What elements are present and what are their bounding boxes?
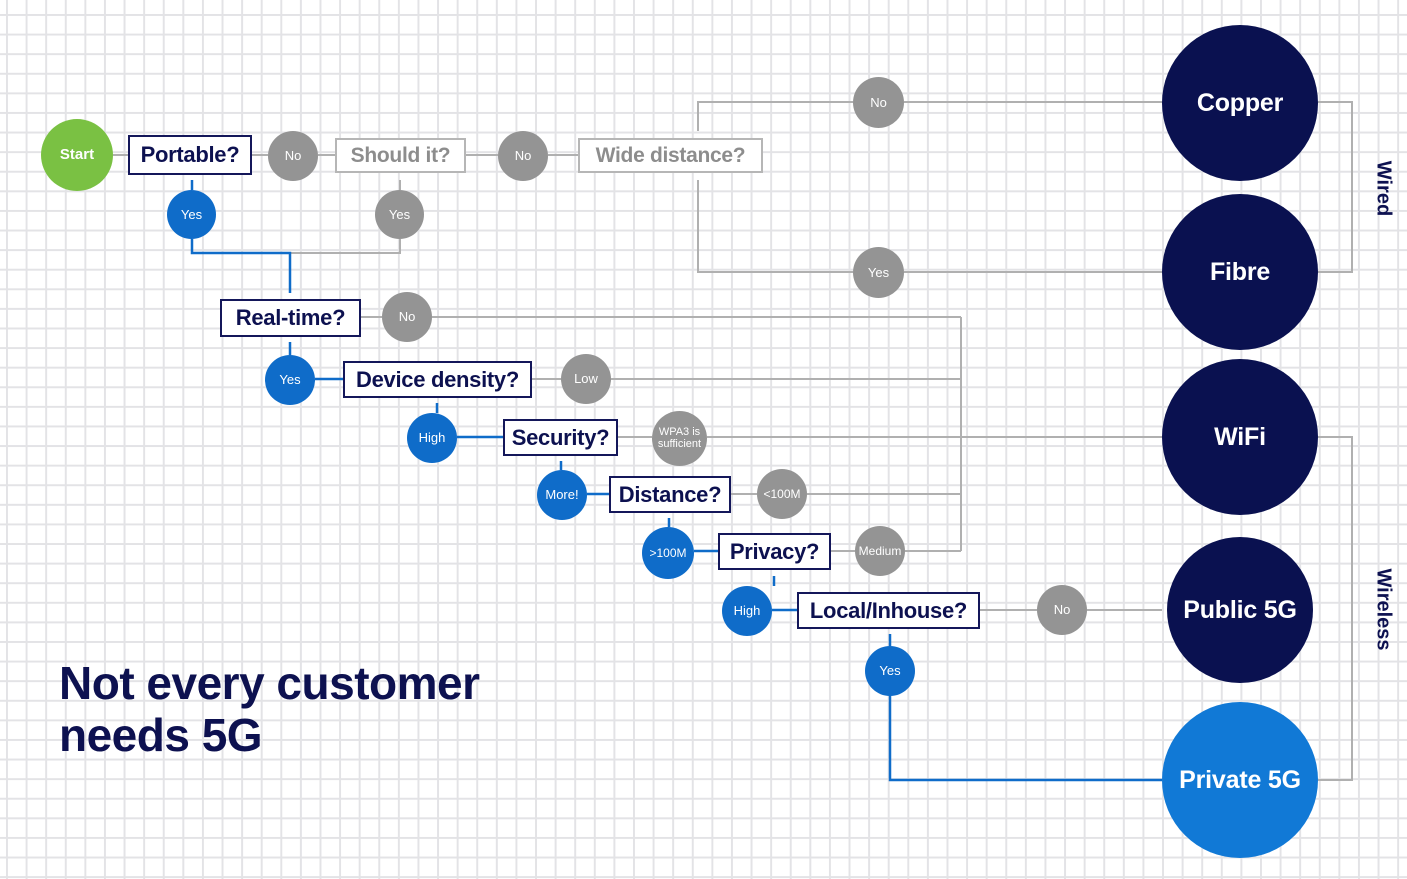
decision-security-label: Security? — [511, 424, 610, 450]
answer-privacy-high-label: High — [733, 603, 761, 619]
outcome-private-5g-label: Private 5G — [1179, 765, 1301, 794]
answer-density-high[interactable]: High — [407, 413, 457, 463]
decision-portable[interactable]: Portable? — [128, 135, 252, 175]
outcome-private-5g[interactable]: Private 5G — [1162, 702, 1318, 858]
outcome-wifi[interactable]: WiFi — [1162, 359, 1318, 515]
group-label-wireless-text: Wireless — [1372, 568, 1395, 651]
answer-distance-lt100m[interactable]: <100M — [757, 469, 807, 519]
answer-wide-no[interactable]: No — [853, 77, 904, 128]
answer-portable-yes-label: Yes — [180, 206, 203, 222]
answer-realtime-no-label: No — [398, 309, 416, 325]
answer-density-high-label: High — [418, 430, 446, 446]
outcome-wifi-label: WiFi — [1214, 422, 1266, 451]
decision-local-inhouse[interactable]: Local/Inhouse? — [797, 592, 980, 629]
start-label: Start — [59, 146, 95, 164]
decision-privacy[interactable]: Privacy? — [718, 533, 831, 570]
answer-distance-gt100m-label: >100M — [649, 545, 687, 560]
group-label-wired-text: Wired — [1372, 160, 1395, 217]
decision-wide-distance-label: Wide distance? — [595, 143, 746, 167]
decision-wide-distance[interactable]: Wide distance? — [578, 138, 763, 173]
diagram-canvas: Start Portable? Should it? Wide distance… — [0, 0, 1407, 879]
answer-wide-no-label: No — [870, 94, 887, 110]
decision-security[interactable]: Security? — [503, 419, 618, 456]
answer-realtime-no[interactable]: No — [382, 292, 432, 342]
outcome-copper-label: Copper — [1196, 88, 1284, 117]
answer-wide-yes[interactable]: Yes — [853, 247, 904, 298]
answer-portable-no[interactable]: No — [268, 131, 318, 181]
answer-local-no[interactable]: No — [1037, 585, 1087, 635]
answer-security-more[interactable]: More! — [537, 470, 587, 520]
decision-device-density-label: Device density? — [355, 366, 519, 392]
decision-device-density[interactable]: Device density? — [343, 361, 532, 398]
answer-should-yes[interactable]: Yes — [375, 190, 424, 239]
answer-should-yes-label: Yes — [388, 206, 411, 222]
decision-distance[interactable]: Distance? — [609, 476, 731, 513]
answer-privacy-medium[interactable]: Medium — [855, 526, 905, 576]
decision-realtime-label: Real-time? — [235, 305, 346, 330]
answer-local-no-label: No — [1053, 602, 1071, 618]
decision-should-it-label: Should it? — [350, 143, 451, 167]
answer-portable-yes[interactable]: Yes — [167, 190, 216, 239]
answer-portable-no-label: No — [284, 148, 302, 164]
outcome-copper[interactable]: Copper — [1162, 25, 1318, 181]
answer-distance-lt100m-label: <100M — [763, 486, 801, 501]
answer-should-no-label: No — [514, 148, 532, 164]
decision-privacy-label: Privacy? — [729, 538, 820, 564]
decision-should-it[interactable]: Should it? — [335, 138, 466, 173]
answer-privacy-high[interactable]: High — [722, 586, 772, 636]
answer-realtime-yes-label: Yes — [279, 372, 301, 388]
outcome-public-5g-label: Public 5G — [1183, 595, 1297, 624]
answer-security-wpa3-label: WPA3 is sufficient — [657, 425, 702, 450]
answer-should-no[interactable]: No — [498, 131, 548, 181]
answer-realtime-yes[interactable]: Yes — [265, 355, 315, 405]
answer-density-low-label: Low — [574, 371, 598, 387]
answer-privacy-medium-label: Medium — [858, 543, 902, 558]
headline: Not every customer needs 5G — [59, 657, 480, 761]
outcome-fibre-label: Fibre — [1209, 257, 1271, 286]
outcome-public-5g[interactable]: Public 5G — [1167, 537, 1313, 683]
answer-security-wpa3[interactable]: WPA3 is sufficient — [652, 411, 707, 466]
group-label-wireless: Wireless — [1372, 555, 1395, 665]
outcome-fibre[interactable]: Fibre — [1162, 194, 1318, 350]
answer-security-more-label: More! — [545, 487, 579, 503]
answer-density-low[interactable]: Low — [561, 354, 611, 404]
group-label-wired: Wired — [1372, 144, 1395, 234]
answer-wide-yes-label: Yes — [867, 264, 890, 280]
decision-portable-label: Portable? — [140, 142, 240, 167]
answer-local-yes[interactable]: Yes — [865, 646, 915, 696]
start-node[interactable]: Start — [41, 119, 113, 191]
decision-realtime[interactable]: Real-time? — [220, 299, 361, 337]
decision-local-inhouse-label: Local/Inhouse? — [809, 597, 968, 623]
answer-distance-gt100m[interactable]: >100M — [642, 527, 694, 579]
answer-local-yes-label: Yes — [879, 663, 901, 679]
decision-distance-label: Distance? — [618, 481, 722, 507]
